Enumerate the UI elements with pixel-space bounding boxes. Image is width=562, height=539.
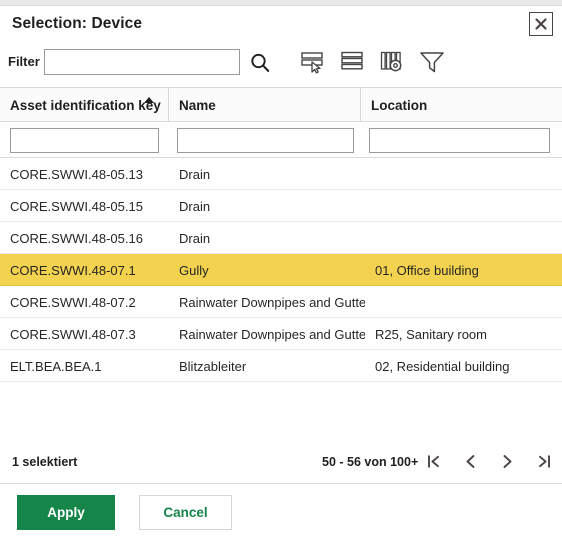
selection-dialog: Selection: Device Filter Asset identific…: [0, 0, 562, 539]
column-header-location[interactable]: Location: [361, 88, 562, 122]
cell-asset-identification-key: CORE.SWWI.48-07.3: [10, 326, 136, 342]
column-filter-asset-identification-key[interactable]: [10, 128, 159, 153]
previous-page-icon: [466, 454, 474, 468]
window-top-strip: [0, 0, 562, 6]
table-header-row: Asset identification key Name Location: [0, 88, 562, 122]
filter-funnel-button[interactable]: [417, 47, 447, 77]
cell-location: [365, 222, 562, 254]
cell-name: Drain: [179, 230, 211, 246]
cell-location: [365, 158, 562, 190]
cancel-button[interactable]: Cancel: [139, 495, 232, 530]
table-row[interactable]: CORE.SWWI.48-05.16 Drain: [0, 222, 562, 254]
column-header-label: Location: [371, 97, 428, 113]
dialog-footer: Apply Cancel: [0, 494, 562, 539]
cell-asset-identification-key: CORE.SWWI.48-07.2: [10, 294, 136, 310]
column-header-asset-identification-key[interactable]: Asset identification key: [0, 88, 169, 122]
table-row[interactable]: CORE.SWWI.48-05.15 Drain: [0, 190, 562, 222]
selected-count-label: 1 selektiert: [12, 455, 78, 469]
sort-ascending-icon: [144, 97, 154, 103]
cell-name: Gully: [179, 262, 209, 278]
status-bar: 1 selektiert 50 - 56 von 100+: [0, 442, 562, 484]
table-body: CORE.SWWI.48-05.13 Drain CORE.SWWI.48-05.1…: [0, 158, 562, 382]
column-header-label: Name: [179, 97, 216, 113]
dialog-title: Selection: Device: [12, 15, 143, 32]
dialog-title-bar: Selection: Device: [0, 7, 562, 43]
cell-name: Rainwater Downpipes and Gutters: [179, 326, 365, 342]
cell-name: Blitzableiter: [179, 358, 247, 374]
table-row[interactable]: CORE.SWWI.48-07.2 Rainwater Downpipes and…: [0, 286, 562, 318]
cell-asset-identification-key: CORE.SWWI.48-05.16: [10, 230, 143, 246]
next-page-icon: [503, 454, 511, 468]
filter-label: Filter: [8, 54, 40, 69]
toolbar-icons: [297, 47, 447, 77]
column-filter-name[interactable]: [177, 128, 354, 153]
cell-name: Rainwater Downpipes and Gutters: [179, 294, 365, 310]
table-row[interactable]: CORE.SWWI.48-07.3 Rainwater Downpipes and…: [0, 318, 562, 350]
page-range-label: 50 - 56 von 100+: [322, 455, 419, 469]
table-row[interactable]: ELT.BEA.BEA.1 Blitzableiter 02, Residentia…: [0, 350, 562, 382]
filter-bar: Filter: [0, 48, 562, 82]
column-header-label: Asset identification key: [10, 97, 161, 113]
cell-location: [365, 286, 562, 318]
close-button[interactable]: [529, 12, 553, 36]
pagination-controls: [423, 450, 554, 472]
cell-location: R25, Sanitary room: [375, 326, 487, 342]
last-page-button[interactable]: [534, 450, 554, 472]
search-button[interactable]: [246, 49, 274, 77]
column-filter-location[interactable]: [369, 128, 550, 153]
rows-icon: [341, 51, 363, 70]
first-page-button[interactable]: [423, 450, 443, 472]
select-rows-icon: [301, 52, 323, 74]
cell-asset-identification-key: CORE.SWWI.48-05.15: [10, 198, 143, 214]
close-icon: [535, 18, 547, 30]
cell-name: Drain: [179, 198, 211, 214]
cell-location: 01, Office building: [375, 262, 479, 278]
rows-button[interactable]: [337, 47, 367, 77]
next-page-button[interactable]: [497, 450, 517, 472]
cell-asset-identification-key: ELT.BEA.BEA.1: [10, 358, 102, 374]
select-rows-button[interactable]: [297, 47, 327, 77]
cell-asset-identification-key: CORE.SWWI.48-05.13: [10, 166, 143, 182]
last-page-icon: [538, 454, 550, 468]
cell-location: 02, Residential building: [375, 358, 510, 374]
cell-location: [365, 190, 562, 222]
table-row[interactable]: CORE.SWWI.48-05.13 Drain: [0, 158, 562, 190]
apply-button[interactable]: Apply: [17, 495, 115, 530]
funnel-filter-icon: [420, 52, 444, 73]
previous-page-button[interactable]: [460, 450, 480, 472]
column-filter-row: [0, 122, 562, 158]
column-settings-button[interactable]: [377, 47, 407, 77]
filter-input[interactable]: [44, 49, 240, 75]
search-icon: [251, 53, 270, 72]
device-table: Asset identification key Name Location C…: [0, 87, 562, 442]
columns-settings-icon: [380, 51, 402, 72]
cell-asset-identification-key: CORE.SWWI.48-07.1: [10, 262, 136, 278]
column-header-name[interactable]: Name: [169, 88, 361, 122]
table-row[interactable]: CORE.SWWI.48-07.1 Gully 01, Office buildin…: [0, 254, 562, 286]
cell-name: Drain: [179, 166, 211, 182]
first-page-icon: [427, 454, 439, 468]
